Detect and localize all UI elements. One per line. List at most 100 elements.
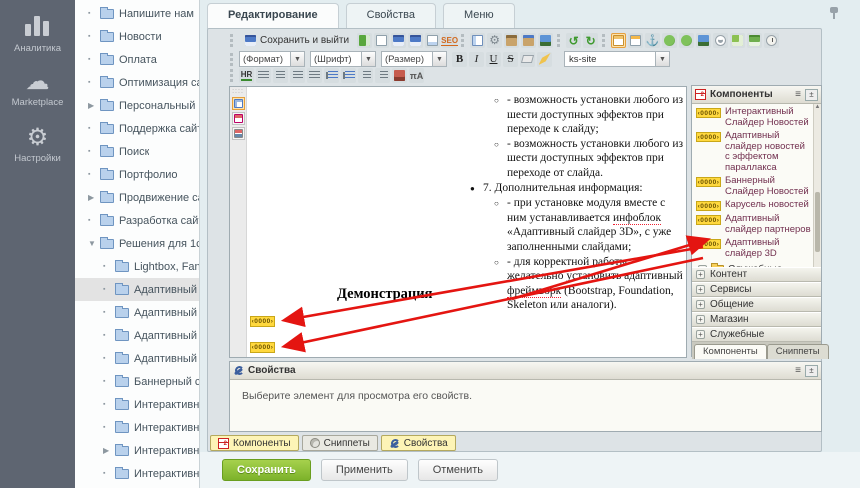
- align-right-button[interactable]: [290, 68, 305, 83]
- unlink-button[interactable]: [679, 33, 694, 48]
- drag-handle-icon[interactable]: ::::: [230, 87, 246, 95]
- panel-menu-icon[interactable]: ≡: [795, 90, 801, 100]
- bold-button[interactable]: B: [452, 52, 467, 67]
- tab-editing[interactable]: Редактирование: [207, 3, 339, 29]
- rail-item-settings[interactable]: ⚙ Настройки: [0, 126, 75, 164]
- component-item[interactable]: 0000 Адаптивный слайдер 3D: [696, 238, 811, 259]
- tree-item[interactable]: Оплата: [75, 48, 199, 71]
- save-button-toolbar[interactable]: [391, 33, 406, 48]
- cancel-button[interactable]: Отменить: [418, 459, 498, 481]
- plus-icon[interactable]: +: [698, 265, 707, 267]
- pin-icon[interactable]: [828, 6, 840, 20]
- component-item[interactable]: 0000 Адаптивный слайдер партнеров: [696, 214, 811, 235]
- find-font-button[interactable]: πA: [409, 68, 424, 83]
- split-view-button[interactable]: [470, 33, 485, 48]
- save-and-exit-button[interactable]: Сохранить и выйти: [239, 33, 355, 48]
- align-left-button[interactable]: [256, 68, 271, 83]
- components-folder-system[interactable]: + Служебные: [696, 262, 811, 267]
- tree-item[interactable]: Адаптивный сла: [75, 278, 199, 301]
- code-mode-button[interactable]: [232, 112, 245, 125]
- split-mode-button[interactable]: [232, 127, 245, 140]
- save-button[interactable]: Сохранить: [222, 459, 311, 481]
- tab-menu[interactable]: Меню: [443, 3, 515, 29]
- component-item[interactable]: 0000 Карусель новостей: [696, 200, 811, 211]
- italic-button[interactable]: I: [469, 52, 484, 67]
- tree-item[interactable]: Персональный разд: [75, 94, 199, 117]
- text-color-button[interactable]: [392, 68, 407, 83]
- tree-item[interactable]: Адаптивный сла: [75, 301, 199, 324]
- copy-component-button[interactable]: [504, 33, 519, 48]
- component-placeholder[interactable]: 0000: [250, 316, 275, 327]
- category-bar[interactable]: + Контент: [692, 267, 821, 282]
- disable-button[interactable]: [713, 33, 728, 48]
- toolbar-grip[interactable]: [461, 34, 464, 47]
- redo-button[interactable]: ↻: [583, 33, 598, 48]
- site-style-select[interactable]: ks-site ▼: [564, 51, 670, 67]
- component-placeholder[interactable]: 0000: [250, 342, 275, 353]
- tree-item[interactable]: Адаптивный сла: [75, 324, 199, 347]
- align-center-button[interactable]: [273, 68, 288, 83]
- paste-component-button[interactable]: [521, 33, 536, 48]
- tree-item[interactable]: Поддержка сайта: [75, 117, 199, 140]
- clear-format-button[interactable]: [520, 52, 535, 67]
- underline-button[interactable]: U: [486, 52, 501, 67]
- tree-item[interactable]: Баннерный слай: [75, 370, 199, 393]
- seo-button[interactable]: SEO: [442, 33, 457, 48]
- export-button[interactable]: [425, 33, 440, 48]
- dock-tab-components[interactable]: 2 Компоненты: [210, 435, 299, 451]
- panel-dock-icon[interactable]: ±: [805, 365, 818, 377]
- tree-item[interactable]: Оптимизация сайта: [75, 71, 199, 94]
- rail-item-analytics[interactable]: Аналитика: [0, 16, 75, 54]
- outdent-button[interactable]: [358, 68, 373, 83]
- size-select[interactable]: (Размер)▼: [381, 51, 447, 67]
- category-bar[interactable]: + Сервисы: [692, 282, 821, 297]
- exit-button[interactable]: [357, 33, 372, 48]
- font-select[interactable]: (Шрифт)▼: [310, 51, 376, 67]
- footer-tab-components[interactable]: Компоненты: [694, 344, 767, 359]
- tree-item[interactable]: Адаптивный сла: [75, 347, 199, 370]
- toolbar-grip[interactable]: [230, 69, 233, 82]
- category-bar[interactable]: + Служебные: [692, 327, 821, 342]
- component-insert-button[interactable]: [730, 33, 745, 48]
- strikethrough-button[interactable]: S: [503, 52, 518, 67]
- settings-button[interactable]: ⚙: [487, 33, 502, 48]
- link-button[interactable]: [662, 33, 677, 48]
- tab-properties[interactable]: Свойства: [346, 3, 436, 29]
- history-button[interactable]: [764, 33, 779, 48]
- indent-button[interactable]: [375, 68, 390, 83]
- format-select[interactable]: (Формат)▼: [239, 51, 305, 67]
- save-as-button[interactable]: [408, 33, 423, 48]
- tree-item[interactable]: Напишите нам: [75, 2, 199, 25]
- component-item[interactable]: 0000 Баннерный Слайдер Новостей: [696, 176, 811, 197]
- align-justify-button[interactable]: [307, 68, 322, 83]
- panel-dock-icon[interactable]: ±: [805, 89, 818, 101]
- unordered-list-button[interactable]: [341, 68, 356, 83]
- window-mode-button[interactable]: [628, 33, 643, 48]
- toolbar-grip[interactable]: [602, 34, 605, 47]
- media-button[interactable]: [696, 33, 711, 48]
- dock-tab-snippets[interactable]: Сниппеты: [302, 435, 378, 451]
- component-item[interactable]: 0000 Адаптивный слайдер новостей с эффек…: [696, 131, 811, 173]
- scroll-thumb[interactable]: [815, 192, 820, 252]
- tree-item[interactable]: Lightbox, Fancyb: [75, 255, 199, 278]
- toolbar-grip[interactable]: [557, 34, 560, 47]
- style-brush-button[interactable]: [537, 52, 552, 67]
- tree-item[interactable]: Интерактивный С: [75, 439, 199, 462]
- ordered-list-button[interactable]: [324, 68, 339, 83]
- tree-item[interactable]: Интерактивный Б: [75, 416, 199, 439]
- insert-image-button[interactable]: [538, 33, 553, 48]
- tree-item[interactable]: Разработка сайта: [75, 209, 199, 232]
- autosave-button[interactable]: [747, 33, 762, 48]
- toolbar-grip[interactable]: [230, 34, 233, 47]
- toolbar-grip[interactable]: [230, 53, 233, 66]
- components-scrollbar[interactable]: ▲: [813, 104, 821, 267]
- rail-item-marketplace[interactable]: ☁ Marketplace: [0, 70, 75, 108]
- visual-mode-button[interactable]: [232, 97, 245, 110]
- apply-button[interactable]: Применить: [321, 459, 408, 481]
- tree-item[interactable]: Новости: [75, 25, 199, 48]
- tree-item[interactable]: Интерактивный с: [75, 462, 199, 485]
- editor-canvas[interactable]: :::: ○ - возможность установки любого из…: [229, 86, 687, 358]
- undo-button[interactable]: ↺: [566, 33, 581, 48]
- footer-tab-snippets[interactable]: Сниппеты: [767, 344, 829, 359]
- category-bar[interactable]: + Магазин: [692, 312, 821, 327]
